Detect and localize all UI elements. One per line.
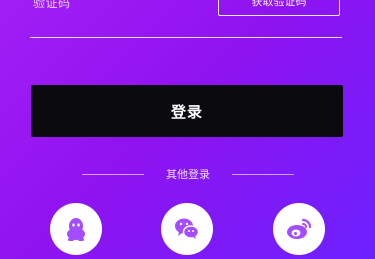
code-input-underline xyxy=(30,37,342,38)
divider-line-left xyxy=(82,174,144,175)
get-code-button[interactable]: 获取验证码 xyxy=(218,0,340,16)
verification-code-row: 验证码 获取验证码 xyxy=(0,0,375,36)
weibo-icon xyxy=(287,218,312,239)
other-login-label: 其他登录 xyxy=(166,168,210,181)
other-login-divider: 其他登录 xyxy=(0,166,375,182)
qq-icon xyxy=(67,218,85,241)
wechat-login-button[interactable] xyxy=(161,203,213,255)
verification-code-label: 验证码 xyxy=(33,0,71,10)
qq-login-button[interactable] xyxy=(50,203,102,255)
wechat-icon xyxy=(175,218,200,239)
divider-line-right xyxy=(232,174,294,175)
weibo-login-button[interactable] xyxy=(273,203,325,255)
login-button[interactable]: 登录 xyxy=(31,85,343,137)
